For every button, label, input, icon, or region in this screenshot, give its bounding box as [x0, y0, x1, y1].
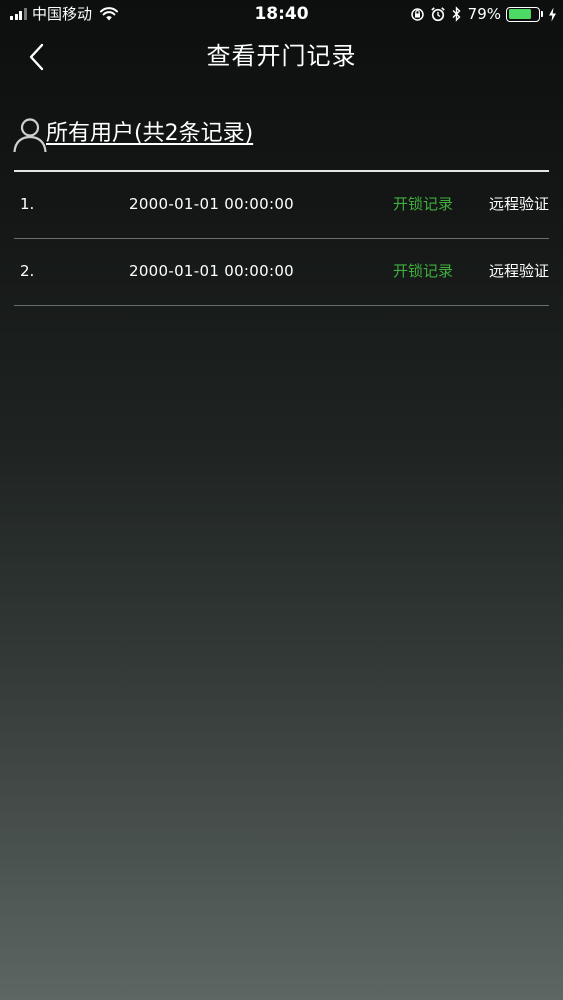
record-time: 2000-01-01 00:00:00: [129, 195, 295, 213]
user-filter[interactable]: 所有用户(共2条记录): [12, 114, 253, 154]
orientation-lock-icon: [410, 7, 424, 21]
user-icon: [13, 118, 47, 153]
record-time: 2000-01-01 00:00:00: [129, 262, 295, 280]
record-list: 1. 2000-01-01 00:00:00 开锁记录 远程验证 2. 2000…: [14, 172, 549, 306]
battery-tip: [541, 11, 543, 17]
record-index: 2.: [20, 262, 35, 280]
charging-icon: [549, 7, 556, 21]
alarm-icon: [430, 7, 445, 22]
record-index: 1.: [20, 195, 35, 213]
page-title: 查看开门记录: [206, 42, 357, 70]
record-row[interactable]: 1. 2000-01-01 00:00:00 开锁记录 远程验证: [14, 172, 549, 239]
record-type: 开锁记录: [393, 262, 454, 280]
status-right: 79%: [405, 5, 557, 23]
record-type: 开锁记录: [393, 195, 454, 213]
battery-fill: [508, 9, 532, 19]
record-method: 远程验证: [488, 195, 549, 213]
record-row[interactable]: 2. 2000-01-01 00:00:00 开锁记录 远程验证: [14, 239, 549, 306]
user-filter-label[interactable]: 所有用户(共2条记录): [46, 119, 253, 149]
bluetooth-icon: [452, 6, 461, 22]
record-method: 远程验证: [488, 262, 549, 280]
status-bar: 中国移动 18:40 79%: [0, 0, 563, 28]
battery-icon: [506, 6, 540, 22]
nav-bar: 查看开门记录: [0, 30, 563, 84]
battery-percent: 79%: [467, 5, 501, 23]
